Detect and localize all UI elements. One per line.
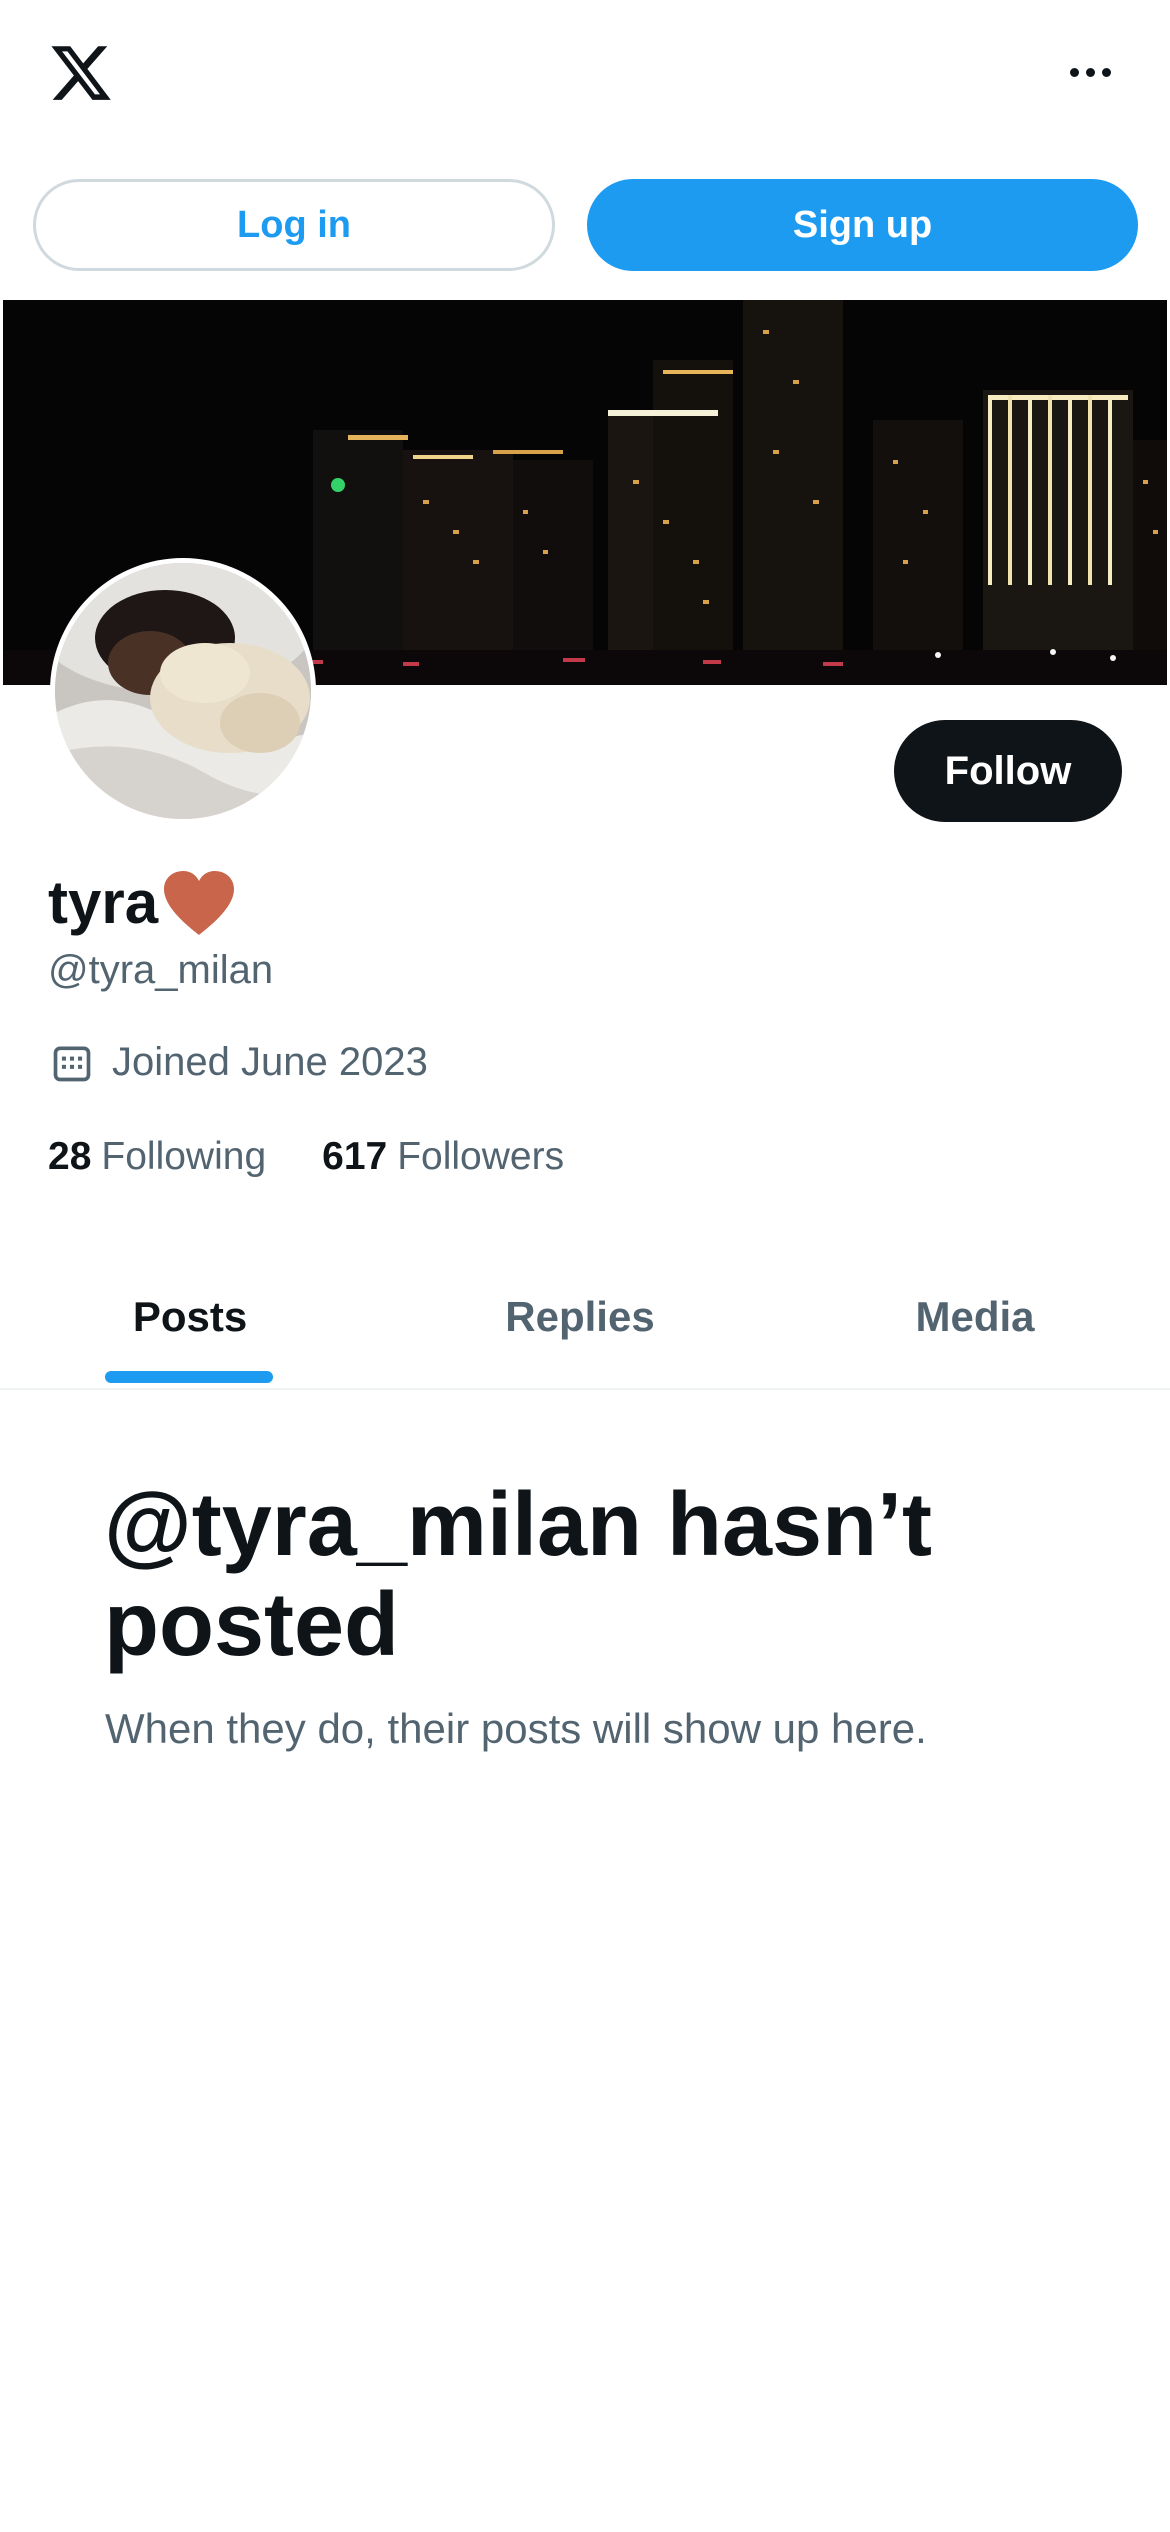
follow-button[interactable]: Follow	[894, 720, 1122, 822]
profile-stats: 28 Following 617 Followers	[48, 1135, 564, 1179]
followers-label: Followers	[397, 1135, 565, 1178]
top-bar	[0, 0, 1170, 150]
display-name: tyra	[48, 868, 236, 938]
login-button[interactable]: Log in	[33, 179, 555, 271]
following-label: Following	[101, 1135, 267, 1178]
followers-link[interactable]: 617 Followers	[322, 1135, 564, 1179]
join-date-text: Joined June 2023	[112, 1040, 428, 1084]
x-logo-icon[interactable]	[48, 40, 114, 106]
tab-replies[interactable]: Replies	[390, 1248, 770, 1386]
following-link[interactable]: 28 Following	[48, 1135, 266, 1179]
empty-state-subtitle: When they do, their posts will show up h…	[105, 1705, 927, 1752]
empty-state-title: @tyra_milan hasn’t posted	[104, 1475, 933, 1675]
profile-tabs: Posts Replies Media	[0, 1248, 1170, 1390]
calendar-icon	[53, 1046, 91, 1081]
signup-button[interactable]: Sign up	[587, 179, 1138, 271]
profile-handle: @tyra_milan	[48, 948, 274, 992]
heart-icon	[164, 871, 235, 935]
tab-media[interactable]: Media	[780, 1248, 1170, 1386]
following-count: 28	[48, 1135, 92, 1178]
tab-posts[interactable]: Posts	[0, 1248, 380, 1386]
active-tab-indicator	[105, 1371, 273, 1383]
more-options-icon[interactable]	[1050, 50, 1130, 94]
join-date: Joined June 2023	[50, 1040, 428, 1085]
display-name-text: tyra	[48, 869, 159, 936]
avatar[interactable]	[50, 558, 316, 824]
followers-count: 617	[322, 1135, 388, 1178]
